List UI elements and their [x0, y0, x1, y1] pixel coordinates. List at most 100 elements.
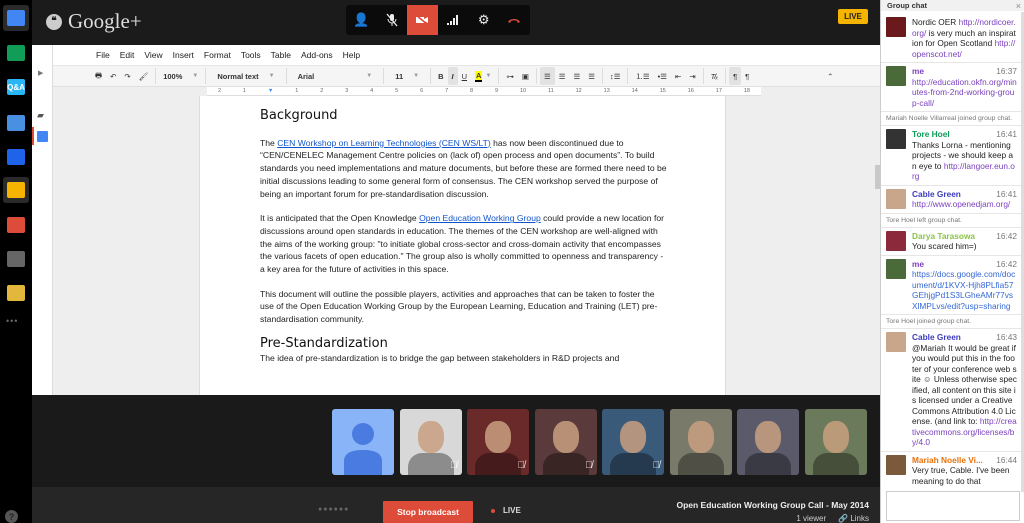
control-room-app-button[interactable]	[3, 246, 29, 272]
menu-file[interactable]: File	[91, 50, 115, 60]
capture-app-button[interactable]	[3, 110, 29, 136]
menu-edit[interactable]: Edit	[115, 50, 140, 60]
drive-app-button[interactable]	[3, 177, 29, 203]
chat-system-message: Tore Hoel joined group chat.	[881, 315, 1021, 329]
link-icon[interactable]: ⊶	[502, 67, 518, 85]
menu-view[interactable]: View	[139, 50, 167, 60]
font-size-select[interactable]: 11 ▼	[387, 67, 427, 85]
chat-input[interactable]	[886, 491, 1020, 521]
ltr-icon[interactable]: ¶	[729, 67, 742, 85]
message-body: me 16:42 https://docs.google.com/document/…	[912, 259, 1017, 312]
style-select[interactable]: Normal text ▼	[209, 67, 282, 85]
cameraman-app-button[interactable]	[3, 280, 29, 306]
numbered-list-icon[interactable]: ⒈☰	[631, 67, 653, 85]
participant-8[interactable]	[804, 409, 867, 475]
text-color-button[interactable]: A ▼	[471, 67, 495, 85]
ruler-mark: 11	[548, 88, 554, 94]
toolbox-app-button[interactable]	[3, 212, 29, 238]
mic-muted-icon[interactable]	[377, 5, 408, 35]
close-icon[interactable]: ×	[1016, 1, 1021, 11]
italic-button[interactable]: I	[447, 67, 458, 85]
chevron-down-icon: ▼	[413, 73, 420, 79]
undo-icon[interactable]: ↶	[106, 67, 120, 85]
decrease-indent-icon[interactable]: ⇤	[671, 67, 685, 85]
paragraph-3: This document will outline the possible …	[260, 288, 658, 325]
menu-insert[interactable]: Insert	[168, 50, 199, 60]
avatar[interactable]	[886, 66, 906, 86]
bulleted-list-icon[interactable]: •☰	[654, 67, 671, 85]
underline-button[interactable]: U	[458, 67, 471, 85]
print-icon[interactable]: 🖶	[91, 67, 106, 85]
message-author[interactable]: Cable Green	[912, 189, 961, 200]
menu-tools[interactable]: Tools	[236, 50, 266, 60]
effects-app-button[interactable]	[3, 144, 29, 170]
qa-app-button[interactable]: Q&A	[3, 74, 29, 100]
avatar[interactable]	[886, 17, 906, 37]
align-right-icon[interactable]: ☰	[569, 67, 584, 85]
avatar[interactable]	[886, 188, 906, 209]
menu-format[interactable]: Format	[199, 50, 236, 60]
align-left-icon[interactable]: ☰	[540, 67, 555, 85]
redo-icon[interactable]: ↷	[120, 67, 134, 85]
open-education-wg-link[interactable]: Open Education Working Group	[419, 213, 541, 223]
links-button[interactable]: 🔗 Links	[838, 514, 869, 523]
message-author[interactable]: Cable Green	[912, 332, 961, 343]
justify-icon[interactable]: ☰	[584, 67, 599, 85]
clear-formatting-icon[interactable]: T̸ₓ	[707, 67, 722, 85]
font-select[interactable]: Arial ▼	[290, 67, 381, 85]
avatar[interactable]	[886, 230, 906, 251]
participant-6[interactable]	[669, 409, 732, 475]
align-center-icon[interactable]: ☰	[555, 67, 570, 85]
document-icon[interactable]	[37, 131, 48, 142]
rtl-icon[interactable]: ¶	[741, 67, 753, 85]
zoom-select[interactable]: 100% ▼	[159, 67, 202, 85]
participant-you[interactable]	[332, 409, 394, 475]
menu-table[interactable]: Table	[266, 50, 296, 60]
participant-4[interactable]: 🎙̸	[534, 409, 597, 475]
line-spacing-icon[interactable]: ↕☰	[606, 67, 624, 85]
message-text: You scared him=)	[912, 241, 1017, 252]
participant-darya[interactable]: 🎙̸	[467, 409, 529, 475]
avatar[interactable]	[886, 332, 906, 352]
message-author[interactable]: me	[912, 259, 924, 270]
menu-addons[interactable]: Add-ons	[296, 50, 338, 60]
message-text: Nordic OER http://nordicoer.org/ is very…	[912, 17, 1017, 59]
participant-mariah[interactable]: 🎙̸	[602, 409, 664, 475]
hang-up-icon[interactable]	[499, 5, 530, 35]
bandwidth-icon[interactable]	[438, 5, 469, 35]
document-page[interactable]: Background The CEN Workshop on Learning …	[199, 96, 726, 395]
avatar[interactable]	[886, 454, 906, 475]
avatar[interactable]	[886, 129, 906, 149]
paint-format-icon[interactable]: 🖌	[135, 67, 153, 85]
message-author[interactable]: Tore Hoel	[912, 129, 950, 140]
invite-people-icon[interactable]: 👤	[346, 5, 377, 35]
avatar[interactable]	[886, 258, 906, 279]
settings-icon[interactable]: ⚙	[468, 5, 499, 35]
participant-7[interactable]	[737, 409, 799, 475]
message-author[interactable]: Darya Tarasowa	[912, 231, 975, 242]
more-apps-icon[interactable]: •••	[6, 316, 18, 326]
comment-icon[interactable]: ▣	[518, 67, 533, 85]
pagination-dots[interactable]: ●●●●●●	[318, 506, 349, 513]
bold-button[interactable]: B	[434, 67, 447, 85]
cen-workshop-link[interactable]: CEN Workshop on Learning Technologies (C…	[277, 138, 491, 148]
screenshare-app-button[interactable]	[3, 40, 29, 66]
chat-messages[interactable]: Nordic OER http://nordicoer.org/ is very…	[881, 12, 1021, 488]
ruler[interactable]: 2 1 ▼ 1 2 3 4 5 6 7 8 9 10 11 12 13 14 15 16 17 18	[207, 87, 761, 96]
chat-app-button[interactable]	[3, 5, 29, 31]
expand-panel-icon[interactable]: ▶	[38, 69, 43, 77]
message-link[interactable]: https://docs.google.com/document/d/1KVX-…	[912, 269, 1015, 311]
help-icon[interactable]: ?	[5, 510, 18, 523]
menu-help[interactable]: Help	[338, 50, 365, 60]
camera-off-icon[interactable]	[407, 5, 438, 35]
increase-indent-icon[interactable]: ⇥	[685, 67, 699, 85]
message-author[interactable]: Mariah Noelle Vi...	[912, 455, 983, 466]
stop-broadcast-button[interactable]: Stop broadcast	[383, 501, 473, 523]
collapse-toolbar-icon[interactable]: ⌃	[823, 67, 837, 85]
message-link[interactable]: http://www.openedjam.org/	[912, 199, 1010, 209]
folder-icon[interactable]: ▰	[37, 110, 48, 120]
message-link[interactable]: http://education.okfn.org/minutes-from-2…	[912, 77, 1017, 108]
message-author[interactable]: me	[912, 66, 924, 77]
participant-cable-green[interactable]: 🎙̸	[399, 409, 462, 475]
mic-muted-icon: 🎙̸	[517, 460, 526, 471]
